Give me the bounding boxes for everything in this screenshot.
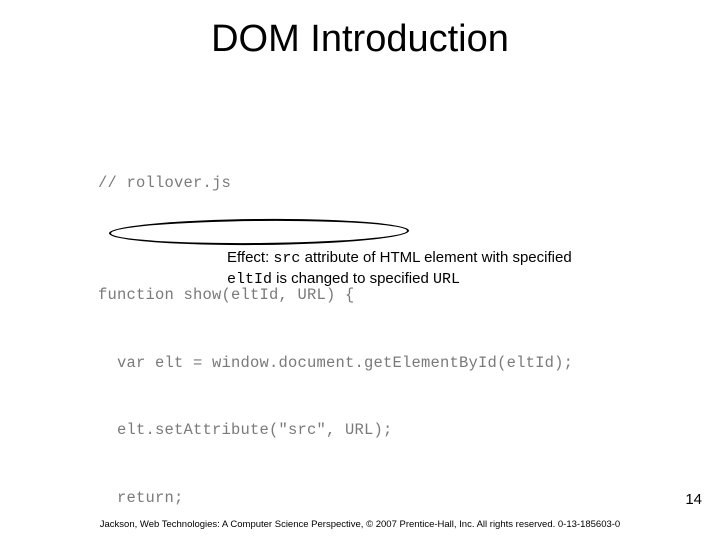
annotation-code: src [273,250,300,267]
code-line: elt.setAttribute("src", URL); [98,419,573,441]
code-line: // rollover.js [98,172,573,194]
code-line: var elt = window.document.getElementById… [98,352,573,374]
annotation-text: Effect: src attribute of HTML element wi… [227,248,607,291]
annotation-code: URL [433,271,460,288]
annotation-part: is changed to specified [272,270,433,287]
page-number: 14 [685,491,702,508]
annotation-code: eltId [227,271,272,288]
footer-text: Jackson, Web Technologies: A Computer Sc… [0,519,720,530]
code-block: // rollover.js function show(eltId, URL)… [98,127,573,540]
slide: DOM Introduction // rollover.js function… [0,0,720,540]
annotation-part: Effect: [227,249,273,266]
annotation-part: attribute of HTML element with specified [300,249,571,266]
ellipse-icon [109,218,409,247]
highlight-ellipse [115,222,407,244]
slide-title: DOM Introduction [0,18,720,61]
code-line: return; [98,487,573,509]
